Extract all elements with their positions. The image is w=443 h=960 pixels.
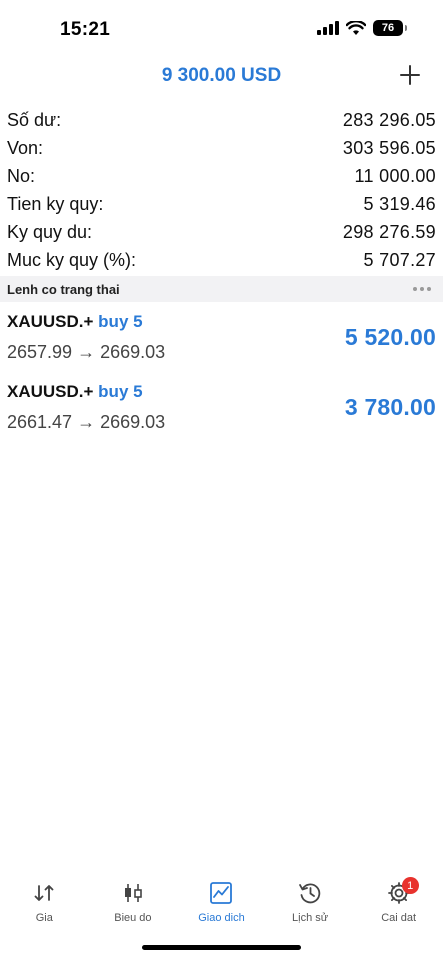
position-symbol-line: XAUUSD.+ buy 5 (7, 312, 143, 332)
battery-level: 76 (381, 22, 395, 34)
wifi-icon (346, 20, 366, 35)
more-horizontal-icon[interactable] (409, 283, 435, 295)
summary-value: 283 296.05 (342, 109, 436, 130)
nav-item-quotes[interactable]: Gia (0, 870, 89, 930)
summary-value: 5 707.27 (363, 249, 436, 270)
bottom-nav: Gia Bieu do Giao dich Lịch sử 1 Cai dat (0, 870, 443, 930)
position-profit: 5 520.00 (344, 324, 436, 350)
position-row[interactable]: XAUUSD.+ buy 5 2661.47 → 2669.03 3 780.0… (0, 376, 443, 446)
position-profit: 3 780.00 (344, 394, 436, 420)
nav-item-chart[interactable]: Bieu do (89, 870, 178, 930)
positions-section-header: Lenh co trang thai (0, 276, 443, 302)
arrow-right-icon: → (77, 412, 96, 432)
header: 9 300.00 USD (0, 60, 443, 96)
notification-badge: 1 (401, 877, 419, 894)
nav-label: Cai dat (381, 912, 417, 924)
summary-label: Muc ky quy (%): (7, 249, 137, 270)
position-symbol: XAUUSD.+ (7, 312, 94, 331)
nav-label: Bieu do (114, 912, 152, 924)
summary-row-balance: Số dư: 283 296.05 (0, 106, 443, 134)
signal-icon (317, 21, 339, 35)
position-type: buy 5 (98, 382, 143, 401)
home-indicator[interactable] (142, 945, 301, 950)
summary-row-margin-level: Muc ky quy (%): 5 707.27 (0, 246, 443, 274)
position-symbol: XAUUSD.+ (7, 382, 94, 401)
summary-label: Số dư: (7, 109, 62, 130)
history-clock-icon (299, 883, 321, 904)
summary-label: No: (7, 165, 36, 186)
summary-value: 11 000.00 (354, 165, 436, 186)
nav-label: Giao dich (198, 912, 245, 924)
candlestick-chart-icon (124, 884, 142, 902)
summary-label: Von: (7, 137, 44, 158)
arrow-right-icon: → (77, 342, 96, 362)
current-price: 2669.03 (100, 342, 166, 362)
status-icons: 76 (317, 20, 407, 36)
status-time: 15:21 (60, 19, 111, 40)
position-type: buy 5 (98, 312, 143, 331)
quotes-arrows-icon (34, 885, 54, 901)
trade-chart-icon (210, 882, 233, 904)
nav-label: Lịch sử (292, 912, 329, 924)
battery-icon: 76 (373, 20, 407, 36)
summary-row-credit: No: 11 000.00 (0, 162, 443, 190)
section-title: Lenh co trang thai (7, 281, 120, 297)
nav-label: Gia (35, 912, 53, 924)
nav-item-trade[interactable]: Giao dich (177, 870, 266, 930)
nav-item-settings[interactable]: 1 Cai dat (354, 870, 443, 930)
position-row[interactable]: XAUUSD.+ buy 5 2657.99 → 2669.03 5 520.0… (0, 306, 443, 376)
open-price: 2657.99 (7, 342, 73, 362)
open-price: 2661.47 (7, 412, 73, 432)
status-bar: 15:21 76 (0, 0, 443, 60)
summary-label: Tien ky quy: (7, 193, 104, 214)
summary-value: 5 319.46 (363, 193, 436, 214)
account-summary: Số dư: 283 296.05 Von: 303 596.05 No: 11… (0, 106, 443, 274)
summary-row-margin: Tien ky quy: 5 319.46 (0, 190, 443, 218)
account-balance-title[interactable]: 9 300.00 USD (0, 65, 443, 87)
positions-list: XAUUSD.+ buy 5 2657.99 → 2669.03 5 520.0… (0, 306, 443, 446)
summary-row-equity: Von: 303 596.05 (0, 134, 443, 162)
summary-row-free-margin: Ky quy du: 298 276.59 (0, 218, 443, 246)
position-prices: 2661.47 → 2669.03 (7, 412, 165, 433)
current-price: 2669.03 (100, 412, 166, 432)
plus-icon[interactable] (395, 60, 425, 90)
summary-value: 298 276.59 (342, 221, 436, 242)
position-symbol-line: XAUUSD.+ buy 5 (7, 382, 143, 402)
summary-label: Ky quy du: (7, 221, 93, 242)
position-prices: 2657.99 → 2669.03 (7, 342, 165, 363)
summary-value: 303 596.05 (342, 137, 436, 158)
nav-item-history[interactable]: Lịch sử (266, 870, 355, 930)
